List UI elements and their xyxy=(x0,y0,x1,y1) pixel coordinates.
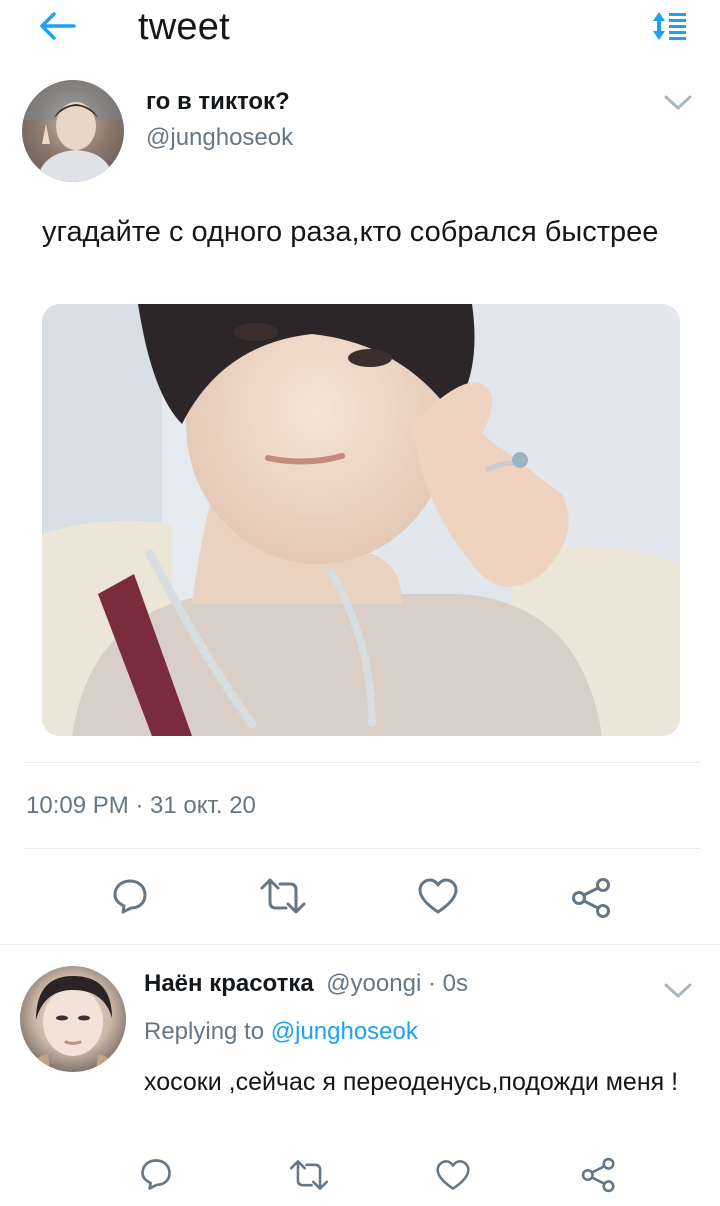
handle[interactable]: @junghoseok xyxy=(146,124,293,152)
divider xyxy=(0,944,720,945)
reply-icon xyxy=(141,1159,171,1190)
sort-icon xyxy=(653,12,686,40)
tweet-photo[interactable] xyxy=(42,304,680,736)
photo-image xyxy=(42,304,680,736)
reply-text: хосоки ,сейчас я переоденусь,подожди мен… xyxy=(144,1068,679,1096)
like-button[interactable] xyxy=(416,876,460,916)
page-title: tweet xyxy=(138,6,230,48)
like-icon xyxy=(436,1160,470,1190)
retweet-button[interactable] xyxy=(256,876,310,916)
reply-avatar[interactable] xyxy=(20,966,126,1072)
share-icon xyxy=(581,1157,615,1193)
retweet-icon xyxy=(289,1160,329,1190)
reply-handle[interactable]: @yoongi xyxy=(326,970,421,997)
sort-button[interactable] xyxy=(644,6,692,46)
reply-retweet-button[interactable] xyxy=(286,1158,332,1192)
tweet-menu-button[interactable] xyxy=(662,92,694,114)
avatar[interactable] xyxy=(22,80,124,182)
share-button[interactable] xyxy=(570,876,614,920)
avatar-image xyxy=(28,976,118,1072)
replying-prefix: Replying to xyxy=(144,1018,271,1045)
divider xyxy=(24,762,700,763)
replying-to: Replying to @junghoseok xyxy=(144,1018,418,1046)
display-name[interactable]: го в тикток? xyxy=(146,88,290,116)
chevron-down-icon xyxy=(664,983,692,998)
back-button[interactable] xyxy=(34,6,82,46)
arrow-left-icon xyxy=(40,12,76,40)
divider xyxy=(24,848,700,849)
like-icon xyxy=(418,878,458,914)
chevron-down-icon xyxy=(664,95,692,110)
reply-time: · 0s xyxy=(421,970,468,997)
reply-menu-button[interactable] xyxy=(662,980,694,1002)
tweet-timestamp[interactable]: 10:09 PM · 31 окт. 20 xyxy=(26,792,256,820)
reply-header: Наён красотка @yoongi · 0s xyxy=(144,970,468,998)
reply-icon xyxy=(113,879,147,914)
reply-share-button[interactable] xyxy=(580,1156,618,1194)
reply-button[interactable] xyxy=(110,876,150,916)
top-bar: tweet xyxy=(0,0,720,60)
replying-to-link[interactable]: @junghoseok xyxy=(271,1018,418,1045)
reply-reply-button[interactable] xyxy=(138,1156,174,1192)
retweet-icon xyxy=(260,878,306,914)
reply-display-name[interactable]: Наён красотка xyxy=(144,970,314,997)
avatar-image xyxy=(22,80,124,182)
share-icon xyxy=(572,878,610,918)
tweet-text: угадайте с одного раза,кто собрался быст… xyxy=(42,216,659,248)
reply-like-button[interactable] xyxy=(434,1158,472,1192)
